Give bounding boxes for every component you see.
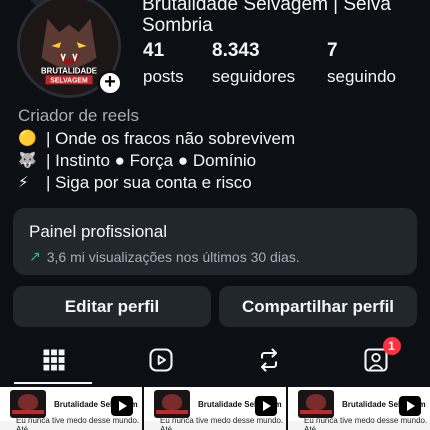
stat-following[interactable]: 7 seguindo	[327, 40, 427, 88]
stat-followers[interactable]: 8.343 seguidores	[212, 40, 327, 88]
share-profile-button[interactable]: Compartilhar perfil	[219, 286, 417, 327]
grid-post[interactable]: Brutalidade Selvagem Eu nunca tive medo …	[0, 387, 142, 430]
profile-tabs: 1	[0, 336, 430, 384]
notification-badge: 1	[382, 337, 401, 355]
play-icon	[255, 396, 277, 416]
edit-profile-button[interactable]: Editar perfil	[13, 286, 211, 327]
tab-grid[interactable]	[0, 336, 108, 384]
grid-icon	[43, 349, 65, 371]
avatar-text-top: BRUTALIDADE	[41, 66, 97, 75]
wolf-icon: 🐺	[18, 152, 37, 169]
tab-reposts[interactable]	[215, 336, 323, 384]
tab-tagged[interactable]: 1	[323, 336, 430, 384]
post-logo-icon	[154, 390, 190, 418]
bio-text: | Siga por sua conta e risco	[46, 173, 252, 192]
bio-text: | Instinto ● Força ● Domínio	[46, 151, 257, 170]
play-icon	[111, 396, 133, 416]
grid-post[interactable]: Brutalidade Selvagem Eu nunca tive medo …	[144, 387, 286, 430]
dashboard-views-text: 3,6 mi visualizações nos últimos 30 dias…	[46, 248, 300, 265]
lightning-icon: ⚡	[18, 174, 29, 191]
followers-count: 8.343	[212, 40, 260, 61]
profile-category: Criador de reels	[18, 106, 139, 125]
following-label: seguindo	[327, 67, 397, 86]
professional-dashboard[interactable]: Painel profissional ↗ 3,6 mi visualizaçõ…	[13, 208, 417, 275]
stat-posts[interactable]: 41 posts	[143, 40, 212, 88]
avatar[interactable]: BRUTALIDADE SELVAGEM +	[17, 0, 123, 98]
reels-icon	[149, 348, 173, 372]
post-caption: Eu nunca tive medo desse mundo. Até	[160, 416, 284, 430]
post-caption: Eu nunca tive medo desse mundo. Até	[16, 416, 140, 430]
reposts-icon	[260, 348, 277, 372]
avatar-text-bottom: SELVAGEM	[50, 77, 88, 84]
posts-count: 41	[143, 40, 165, 61]
profile-actions: Editar perfil Compartilhar perfil	[13, 286, 417, 327]
following-count: 7	[327, 40, 338, 61]
dashboard-title: Painel profissional	[29, 222, 167, 241]
grid-post[interactable]: Brutalidade Selvagem Eu nunca tive medo …	[288, 387, 430, 430]
bio-text: | Onde os fracos não sobrevivem	[46, 129, 296, 148]
profile-name: Brutalidade Selvagem | Selva Sombria	[142, 0, 391, 36]
followers-label: seguidores	[212, 67, 296, 86]
dashboard-subtitle: ↗ 3,6 mi visualizações nos últimos 30 di…	[29, 248, 401, 265]
bio-line: 🟡 | Onde os fracos não sobrevivem	[18, 128, 295, 150]
bio-line: 🐺 | Instinto ● Força ● Domínio	[18, 150, 295, 172]
post-logo-icon	[10, 390, 46, 418]
bio-line: ⚡ | Siga por sua conta e risco	[18, 172, 295, 194]
posts-grid: Brutalidade Selvagem Eu nunca tive medo …	[0, 387, 430, 430]
add-story-plus-icon[interactable]: +	[97, 70, 123, 96]
post-caption: Eu nunca tive medo desse mundo. Até	[304, 416, 428, 430]
tab-reels[interactable]	[108, 336, 216, 384]
profile-stats: 41 posts 8.343 seguidores 7 seguindo	[143, 40, 427, 88]
post-logo-icon	[298, 390, 334, 418]
trend-up-arrow-icon: ↗	[29, 248, 41, 264]
yellow-circle-icon: 🟡	[18, 130, 37, 147]
profile-bio: 🟡 | Onde os fracos não sobrevivem 🐺 | In…	[18, 128, 295, 194]
play-icon	[399, 396, 421, 416]
posts-label: posts	[143, 67, 184, 86]
